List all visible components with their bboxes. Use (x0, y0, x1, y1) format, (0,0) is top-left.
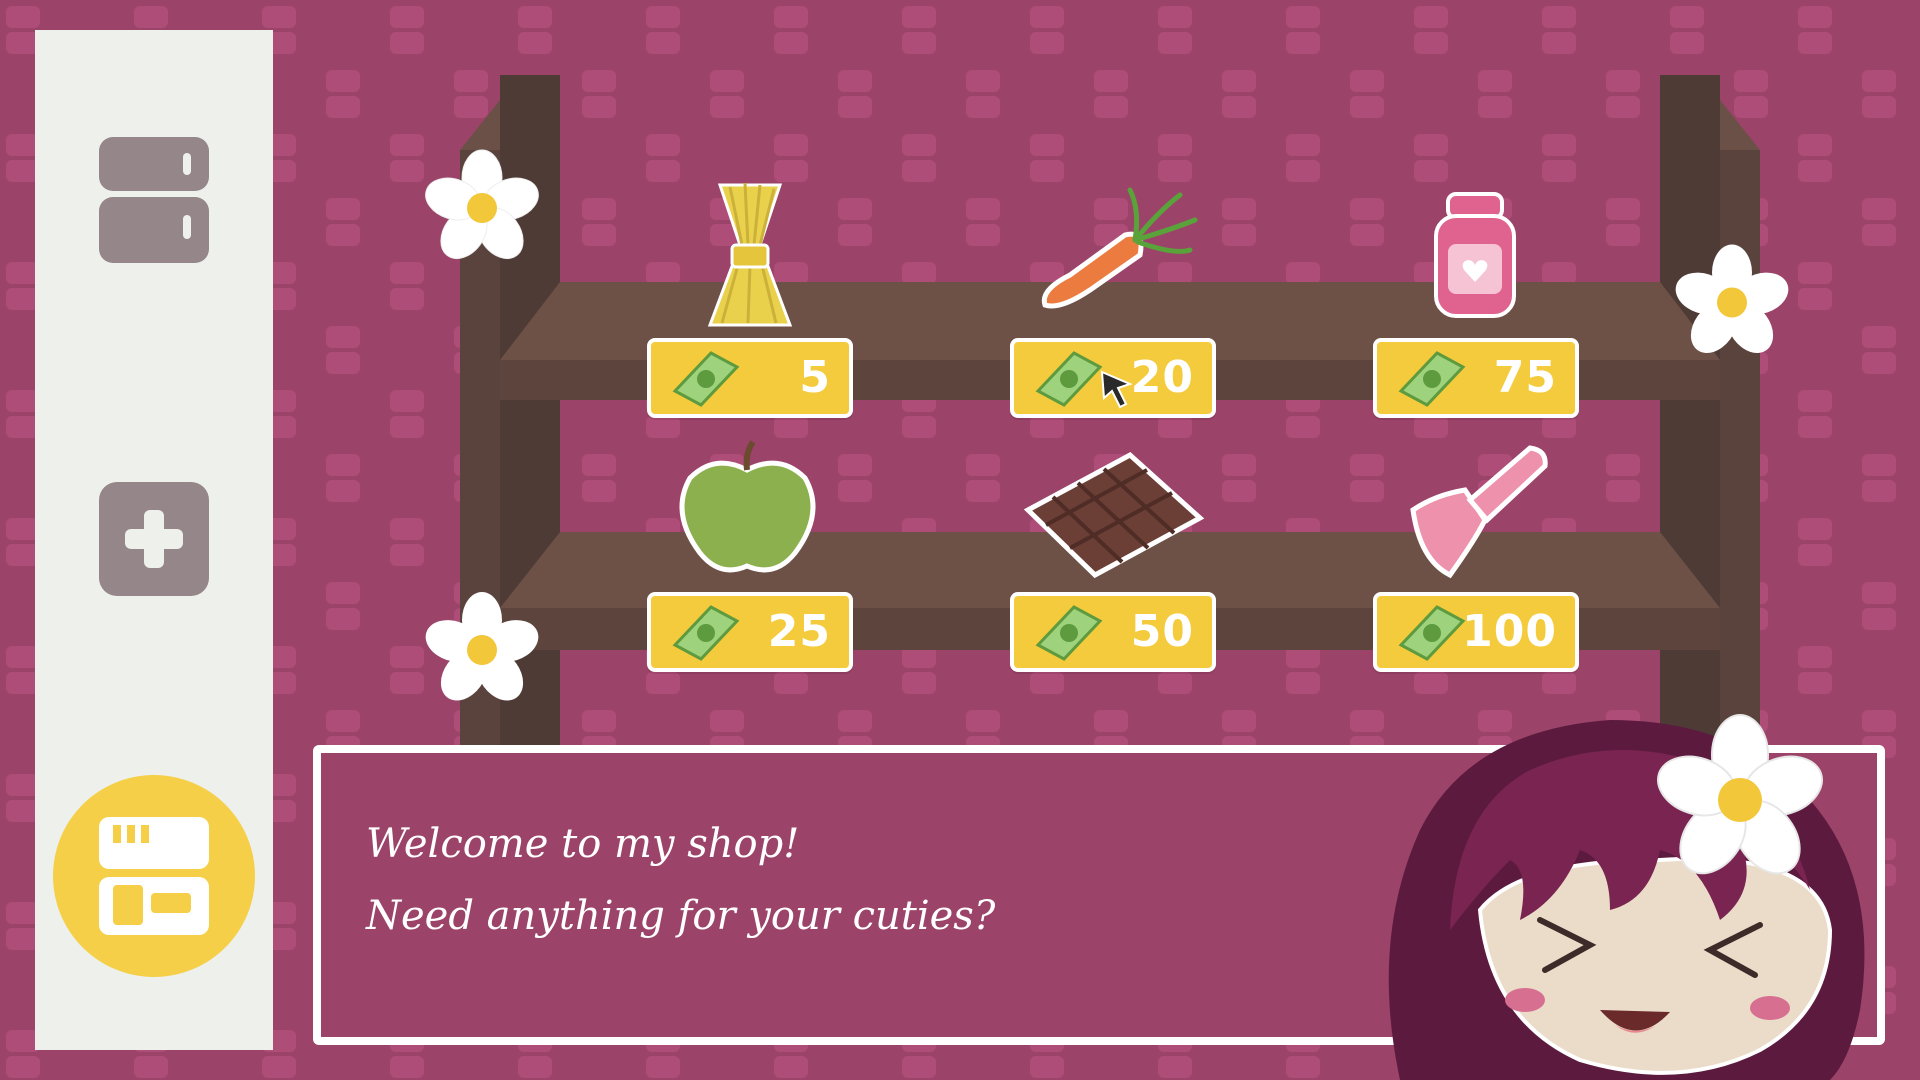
shop-item-hay[interactable] (690, 175, 810, 330)
daisy-flower-decoration (425, 149, 539, 260)
dialog-line: Welcome to my shop! (366, 821, 800, 867)
shopkeeper-portrait (1388, 714, 1865, 1080)
shop-button[interactable] (53, 775, 255, 977)
shop-item-carrot[interactable] (1030, 180, 1205, 315)
price-tag-chocolate[interactable]: 50 (1010, 592, 1216, 672)
daisy-flower-decoration (1675, 244, 1789, 354)
apple-icon (679, 440, 816, 573)
shop-item-apple[interactable] (675, 438, 820, 578)
price-tag-jam[interactable]: 75 (1373, 338, 1579, 418)
plus-icon (99, 482, 209, 596)
price-tag-hay[interactable]: 5 (647, 338, 853, 418)
dialog-text: Welcome to my shop! Need anything for yo… (366, 808, 995, 952)
health-button[interactable] (97, 480, 211, 600)
shop-logo-icon (99, 817, 209, 935)
daisy-flower-decoration (425, 592, 539, 701)
food-scoop-icon (1410, 445, 1548, 579)
carrot-icon (1041, 187, 1198, 309)
item-price: 5 (799, 352, 831, 403)
shop-item-jam[interactable] (1430, 190, 1520, 320)
sidebar (35, 30, 273, 1050)
item-price: 100 (1462, 606, 1557, 657)
hay-bundle-icon (707, 182, 793, 327)
price-tag-scoop[interactable]: 100 (1373, 592, 1579, 672)
item-price: 50 (1130, 606, 1194, 657)
dialog-line: Need anything for your cuties? (366, 893, 996, 939)
shop-item-chocolate[interactable] (1020, 450, 1205, 580)
fridge-icon (99, 137, 209, 263)
jam-jar-icon (1434, 192, 1516, 318)
item-price: 25 (767, 606, 831, 657)
fridge-button[interactable] (97, 135, 211, 263)
chocolate-bar-icon (1023, 451, 1205, 579)
item-price: 75 (1493, 352, 1557, 403)
price-tag-apple[interactable]: 25 (647, 592, 853, 672)
mouse-cursor-icon (1100, 370, 1133, 409)
shop-item-scoop[interactable] (1395, 440, 1555, 580)
